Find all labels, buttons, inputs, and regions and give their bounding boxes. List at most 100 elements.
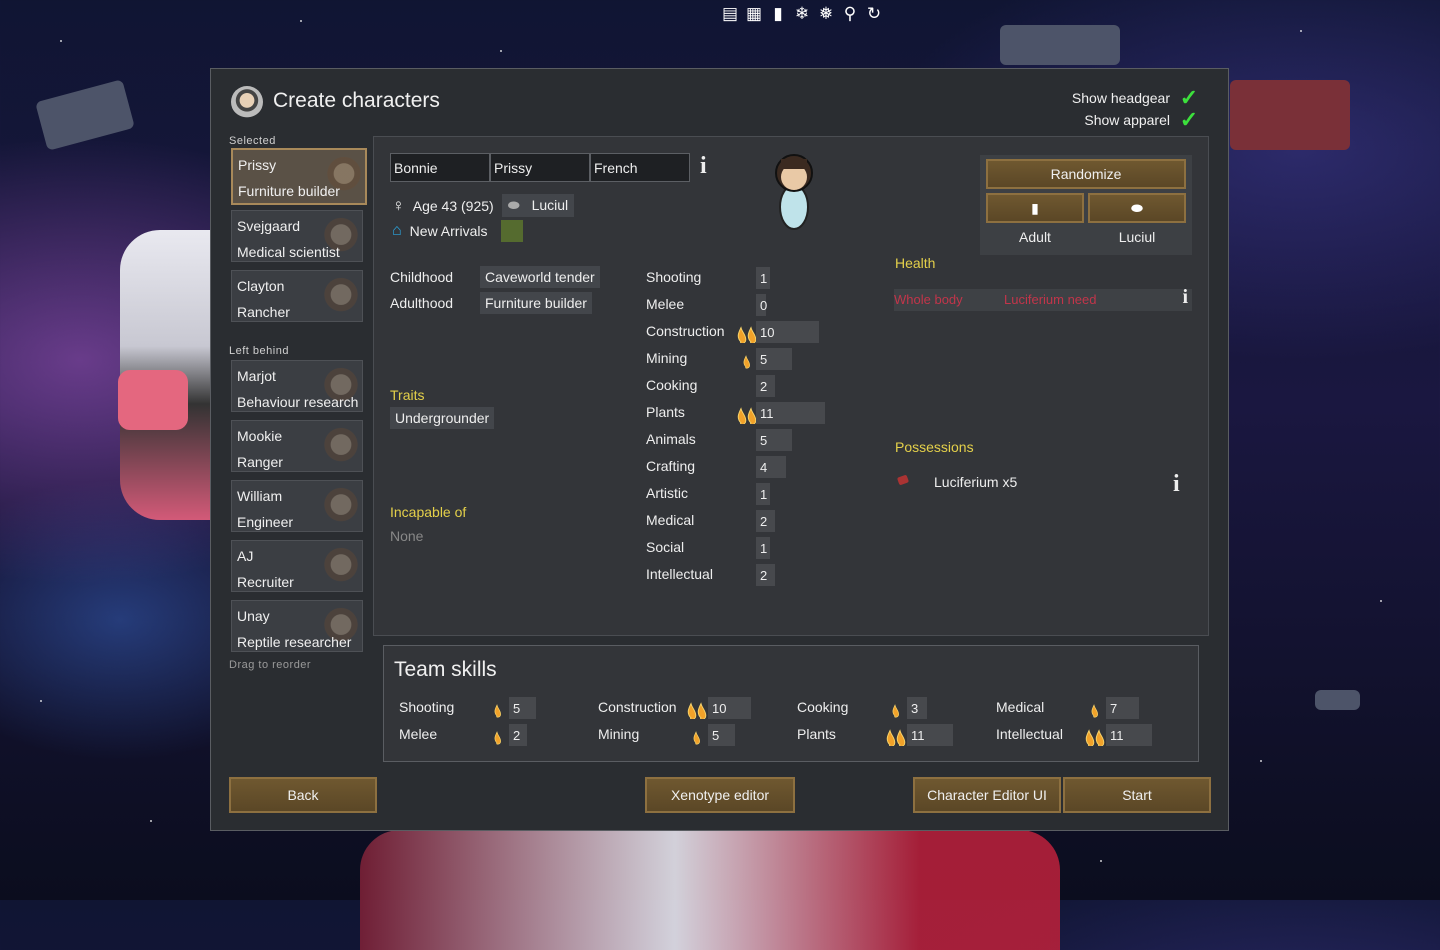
skill-row[interactable]: Shooting 1 [646,267,846,289]
adulthood-backstory[interactable]: Furniture builder [480,292,592,314]
team-skill-value: 10 [712,701,727,716]
pawn-card[interactable]: Mookie Ranger [231,420,363,472]
health-heading: Health [895,255,936,271]
team-skills-panel: Team skills Shooting 5 Melee 2 Construction 1… [383,645,1199,762]
pawn-card[interactable]: Svejgaard Medical scientist [231,210,363,262]
snowflake-icon[interactable]: ❄ [792,4,812,24]
team-skill-row: Mining 5 [598,724,778,746]
passion-icon[interactable] [734,267,758,289]
refresh-icon[interactable]: ↻ [864,4,884,24]
incapable-heading: Incapable of [390,504,467,520]
character-editor-button[interactable]: Character Editor UI [913,777,1061,813]
pawn-job: Ranger [237,454,283,470]
pawn-card[interactable]: AJ Recruiter [231,540,363,592]
passion-icon [485,724,509,746]
faction-color-swatch[interactable] [501,220,524,242]
table-icon[interactable]: ▦ [744,4,764,24]
passion-icon[interactable] [734,348,758,370]
pawn-card[interactable]: William Engineer [231,480,363,532]
list-icon[interactable]: ▤ [720,4,740,24]
skill-row[interactable]: Construction 10 [646,321,846,345]
skill-row[interactable]: Artistic 1 [646,483,846,505]
age-stage-label: Adult [1019,229,1051,245]
pawn-job: Behaviour research [237,394,359,410]
skill-name: Crafting [646,458,696,474]
last-name-field[interactable]: French [590,153,690,182]
team-skills-title: Team skills [394,658,497,681]
skill-name: Medical [646,512,695,528]
skill-row[interactable]: Intellectual 2 [646,564,846,586]
skill-name: Artistic [646,485,688,501]
health-part: Whole body [894,292,963,307]
colonist-helmet-icon [231,86,263,118]
skill-value: 1 [760,541,768,556]
age-stage-button[interactable]: ▮ [986,193,1084,223]
show-apparel-toggle[interactable]: Show apparel ✓ [1084,109,1200,131]
show-headgear-toggle[interactable]: Show headgear ✓ [1072,87,1200,109]
childhood-backstory[interactable]: Caveworld tender [480,266,600,288]
passion-icon[interactable] [734,483,758,505]
create-characters-dialog: Create characters Show headgear ✓ Show a… [210,68,1229,831]
passion-icon[interactable] [734,510,758,532]
team-skill-row: Melee 2 [399,724,579,746]
faction-row: ⌂ New Arrivals [392,220,524,242]
health-condition: Luciferium need [1004,292,1097,307]
skill-row[interactable]: Melee 0 [646,294,846,316]
passion-icon[interactable] [734,402,758,426]
skill-value: 1 [760,487,768,502]
first-name-field[interactable]: Bonnie [390,153,490,182]
skill-row[interactable]: Medical 2 [646,510,846,532]
info-icon[interactable]: i [1173,471,1180,498]
checkmark-icon[interactable]: ✓ [1178,87,1200,109]
skill-row[interactable]: Social 1 [646,537,846,559]
passion-icon[interactable] [734,375,758,397]
passion-icon[interactable] [734,537,758,559]
incapable-value: None [390,528,424,544]
health-row[interactable]: Whole body Luciferium need i [894,286,1192,311]
team-skill-row: Cooking 3 [797,697,977,719]
info-icon[interactable]: i [1182,286,1188,309]
pawn-card[interactable]: Prissy Furniture builder [231,148,367,205]
trait-chip[interactable]: Undergrounder [390,407,495,429]
skill-name: Mining [646,350,688,366]
gear-snowflake-icon[interactable]: ❅ [816,4,836,24]
passion-icon [1082,724,1106,748]
magnifier-icon[interactable]: ⚲ [840,4,860,24]
team-skill-name: Intellectual [996,726,1063,742]
pawn-face [324,487,358,531]
skill-row[interactable]: Mining 5 [646,348,846,370]
passion-icon[interactable] [734,456,758,478]
pawn-icon[interactable]: ▮ [768,4,788,24]
checkmark-icon[interactable]: ✓ [1178,109,1200,131]
pawn-name: Marjot [237,368,276,384]
nick-name-field[interactable]: Prissy [490,153,590,182]
xenotype-select-button[interactable]: ⬬ [1088,193,1186,223]
xenotype-icon: ⬬ [507,197,520,213]
passion-icon[interactable] [734,294,758,316]
passion-icon[interactable] [734,429,758,451]
skill-row[interactable]: Crafting 4 [646,456,846,478]
xenotype-chip[interactable]: ⬬ Luciul [501,194,575,217]
xenotype-editor-button[interactable]: Xenotype editor [645,777,795,813]
passion-icon[interactable] [734,564,758,586]
pawn-card[interactable]: Clayton Rancher [231,270,363,322]
randomize-panel: Randomize ▮ ⬬ Adult Luciul [980,155,1192,255]
back-button[interactable]: Back [229,777,377,813]
skill-row[interactable]: Plants 11 [646,402,846,426]
info-icon[interactable]: i [700,153,707,180]
pawn-card[interactable]: Unay Reptile researcher [231,600,363,652]
start-button[interactable]: Start [1063,777,1211,813]
skill-row[interactable]: Animals 5 [646,429,846,451]
pawn-name: AJ [237,548,254,564]
pawn-name: Svejgaard [237,218,301,234]
skill-row[interactable]: Cooking 2 [646,375,846,397]
adult-icon: ▮ [1031,200,1039,216]
selected-label: Selected [229,135,276,147]
passion-icon [883,724,907,748]
passion-icon[interactable] [734,321,758,345]
pawn-card[interactable]: Marjot Behaviour research [231,360,363,412]
team-skill-name: Melee [399,726,438,742]
team-skill-row: Medical 7 [996,697,1176,719]
randomize-button[interactable]: Randomize [986,159,1186,189]
pawn-job: Furniture builder [238,183,340,199]
